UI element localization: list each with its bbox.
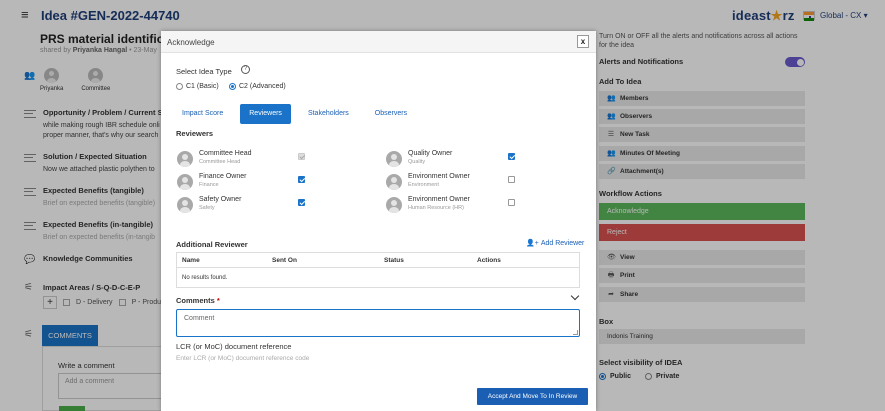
committee-head-checkbox: [298, 153, 305, 160]
tab-stakeholders[interactable]: Stakeholders: [299, 104, 358, 124]
reviewer-quality-owner: Quality Owner Quality: [386, 150, 452, 167]
reviewer-committee-head: Committee Head Committee Head: [177, 150, 252, 167]
reviewer-safety-owner: Safety Owner Safety: [177, 196, 241, 213]
reviewer-hr-owner: Environment Owner Human Resource (HR): [386, 196, 470, 213]
avatar: [386, 197, 402, 213]
close-button[interactable]: x: [577, 35, 589, 48]
dialog-title: Acknowledge: [167, 38, 215, 47]
table-header: Name Sent On Status Actions: [177, 253, 579, 268]
tab-impact-score[interactable]: Impact Score: [173, 104, 232, 124]
avatar: [177, 197, 193, 213]
add-user-icon: 👤+: [526, 240, 539, 247]
dialog-tabs: Impact Score Reviewers Stakeholders Obse…: [173, 104, 424, 124]
safety-owner-checkbox[interactable]: [298, 199, 305, 206]
type-c1-option[interactable]: C1 (Basic): [176, 83, 219, 90]
chevron-down-icon[interactable]: [570, 291, 580, 301]
accept-and-move-button[interactable]: Accept And Move To In Review: [477, 388, 588, 405]
add-reviewer-link[interactable]: 👤+ Add Reviewer: [526, 239, 584, 248]
comments-label: Comments *: [176, 296, 220, 305]
avatar: [177, 174, 193, 190]
additional-reviewer-table: Name Sent On Status Actions No results f…: [176, 252, 580, 288]
tab-reviewers[interactable]: Reviewers: [240, 104, 291, 124]
c2-radio[interactable]: [229, 83, 236, 90]
acknowledge-dialog: Acknowledge x Select Idea Type ? C1 (Bas…: [161, 31, 596, 411]
reviewer-environment-owner: Environment Owner Environment: [386, 173, 470, 190]
select-idea-type-label: Select Idea Type: [176, 67, 232, 76]
additional-reviewer-label: Additional Reviewer: [176, 240, 248, 249]
no-results-text: No results found.: [182, 275, 228, 281]
reviewers-label: Reviewers: [176, 129, 214, 138]
resize-handle[interactable]: [573, 330, 578, 335]
comment-textarea[interactable]: Comment: [176, 309, 580, 337]
help-icon[interactable]: ?: [241, 65, 250, 74]
tab-observers[interactable]: Observers: [366, 104, 416, 124]
environment-owner-checkbox[interactable]: [508, 176, 515, 183]
type-c2-option[interactable]: C2 (Advanced): [229, 83, 286, 90]
hr-owner-checkbox[interactable]: [508, 199, 515, 206]
dialog-header: Acknowledge x: [161, 31, 596, 53]
avatar: [177, 151, 193, 167]
lcr-label: LCR (or MoC) document reference: [176, 342, 292, 351]
finance-owner-checkbox[interactable]: [298, 176, 305, 183]
lcr-input[interactable]: Enter LCR (or MoC) document reference co…: [176, 355, 309, 362]
c1-radio[interactable]: [176, 83, 183, 90]
avatar: [386, 174, 402, 190]
avatar: [386, 151, 402, 167]
quality-owner-checkbox[interactable]: [508, 153, 515, 160]
reviewer-finance-owner: Finance Owner Finance: [177, 173, 246, 190]
